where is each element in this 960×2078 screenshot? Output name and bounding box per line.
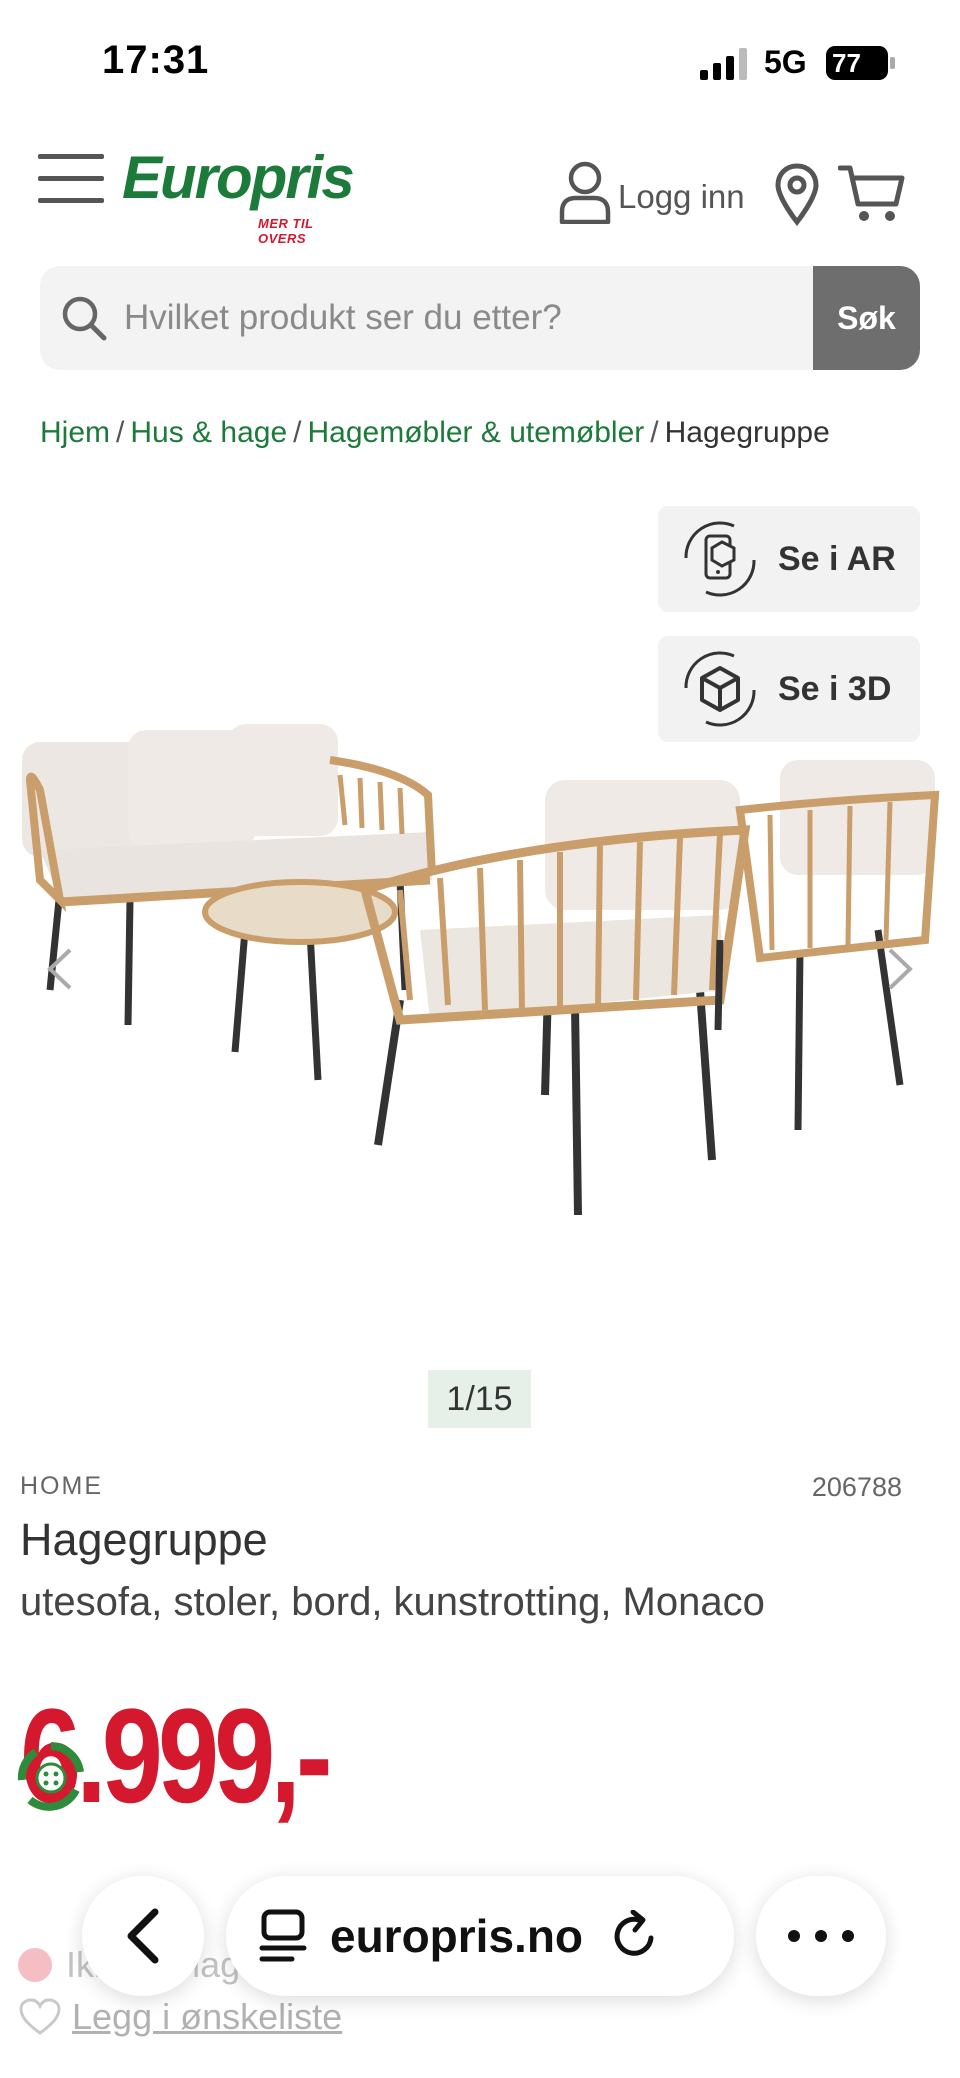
breadcrumb-home[interactable]: Hjem [40,416,110,449]
status-bar: 17:31 5G 77 [0,0,960,120]
status-time: 17:31 [102,38,210,82]
breadcrumb-current: Hagegruppe [664,416,830,449]
reload-icon[interactable] [609,1910,661,1962]
site-header: Europris MER TIL OVERS Logg inn [0,140,960,250]
user-icon [559,161,611,224]
breadcrumb-hagemobler[interactable]: Hagemøbler & utemøbler [307,416,644,449]
browser-address-bar[interactable]: europris.no [226,1876,734,1996]
browser-toolbar: europris.no [0,1872,960,1998]
product-title: Hagegruppe [20,1514,268,1565]
product-image[interactable] [0,700,960,1240]
cart-icon[interactable] [838,164,906,224]
image-counter: 1/15 [428,1370,531,1428]
europris-logo[interactable]: Europris MER TIL OVERS [122,144,362,247]
logo-tagline: MER TIL OVERS [258,216,314,246]
store-location-icon[interactable] [774,162,820,226]
browser-url: europris.no [330,1910,584,1962]
menu-icon[interactable] [38,154,104,204]
product-brand[interactable]: HOME [20,1472,103,1501]
browser-back-button[interactable] [82,1876,204,1996]
network-type: 5G [764,44,807,80]
browser-more-button[interactable] [756,1876,886,1996]
product-description: utesofa, stoler, bord, kunstrotting, Mon… [20,1580,765,1624]
logo-text: Europris [122,144,355,211]
battery-level: 77 [832,48,861,78]
battery-icon: 77 [826,46,896,80]
recycle-eco-icon [17,1742,84,1811]
ar-phone-icon [684,521,756,597]
sofa-illustration [22,724,436,1026]
login-label: Logg inn [618,178,745,215]
search-icon [62,296,107,341]
view-in-ar-label: Se i AR [778,539,896,578]
search-button[interactable]: Søk [813,266,920,370]
search-input[interactable] [124,266,844,370]
chevron-right-icon[interactable] [880,944,920,994]
product-sku: 206788 [811,1472,902,1502]
login-button[interactable]: Logg inn [558,160,745,224]
heart-icon [19,1998,61,2035]
page-menu-icon [259,1909,307,1962]
search-bar: Søk [40,266,920,370]
breadcrumb: Hjem / Hus & hage / Hagemøbler & utemøbler / H… [40,416,830,449]
more-dots-icon [788,1930,854,1942]
wishlist-label: Legg i ønskeliste [72,1996,343,2037]
signal-icon [700,48,747,80]
view-in-ar-button[interactable]: Se i AR [658,506,920,612]
wishlist-link[interactable]: Legg i ønskeliste [18,1996,342,2038]
breadcrumb-hus-hage[interactable]: Hus & hage [130,416,287,449]
chevron-left-icon [127,1908,159,1964]
chevron-left-icon[interactable] [40,944,80,994]
